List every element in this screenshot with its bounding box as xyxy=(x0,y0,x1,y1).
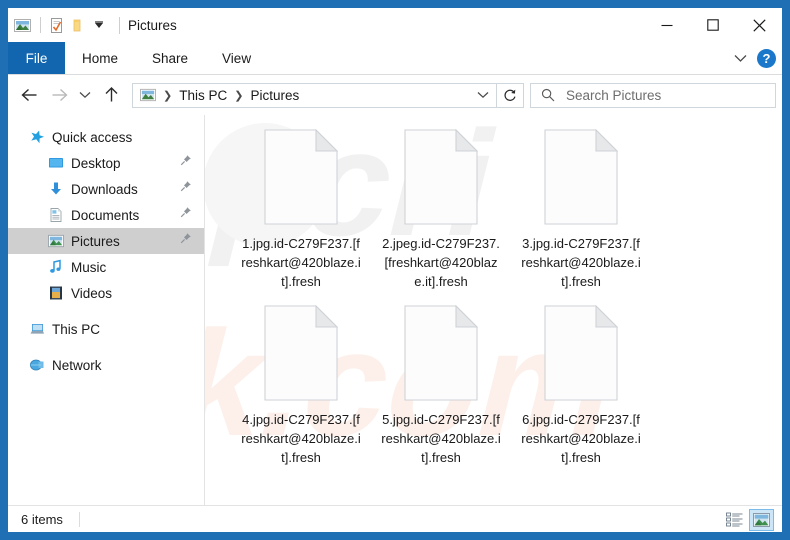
star-icon xyxy=(29,129,45,145)
search-placeholder: Search Pictures xyxy=(566,87,662,103)
tab-share[interactable]: Share xyxy=(135,42,205,74)
file-grid: 1.jpg.id-C279F237.[freshkart@420blaze.it… xyxy=(205,115,782,481)
pin-icon[interactable] xyxy=(179,232,192,250)
view-toggle-group xyxy=(722,506,774,532)
sidebar-item-videos[interactable]: Videos xyxy=(8,280,204,306)
tab-view[interactable]: View xyxy=(205,42,268,74)
file-item[interactable]: 1.jpg.id-C279F237.[freshkart@420blaze.it… xyxy=(231,128,371,291)
refresh-icon[interactable] xyxy=(497,82,524,108)
sidebar-item-network[interactable]: Network xyxy=(8,352,204,378)
file-item[interactable]: 3.jpg.id-C279F237.[freshkart@420blaze.it… xyxy=(511,128,651,291)
file-name: 2.jpeg.id-C279F237.[freshkart@420blaze.i… xyxy=(382,236,500,289)
search-input[interactable]: Search Pictures xyxy=(530,82,776,108)
item-count: 6 items xyxy=(21,512,63,527)
blank-file-icon xyxy=(264,304,339,401)
file-name: 3.jpg.id-C279F237.[freshkart@420blaze.it… xyxy=(521,236,641,289)
blank-file-icon xyxy=(264,128,339,225)
toolbar-divider xyxy=(40,17,41,33)
sidebar-item-pictures[interactable]: Pictures xyxy=(8,228,204,254)
help-button[interactable]: ? xyxy=(757,48,776,68)
close-button[interactable] xyxy=(736,8,782,42)
file-name: 5.jpg.id-C279F237.[freshkart@420blaze.it… xyxy=(381,412,501,465)
sidebar-item-label: Music xyxy=(71,259,107,275)
navigation-bar: ❯ This PC ❯ Pictures Search Pictures xyxy=(8,75,782,115)
file-list-pane[interactable]: pcri sk.com xyxy=(205,115,782,505)
downloads-icon xyxy=(48,181,64,197)
breadcrumb-separator[interactable]: ❯ xyxy=(234,89,243,102)
pictures-folder-icon xyxy=(140,87,156,103)
tab-home[interactable]: Home xyxy=(65,42,135,74)
file-name: 4.jpg.id-C279F237.[freshkart@420blaze.it… xyxy=(241,412,361,465)
status-bar: 6 items xyxy=(8,505,782,532)
ribbon-tab-bar: File Home Share View ? xyxy=(8,42,782,75)
navigation-pane: Quick access Desktop Downloads Documents… xyxy=(8,115,205,505)
sidebar-item-this-pc[interactable]: This PC xyxy=(8,316,204,342)
ribbon-right-controls: ? xyxy=(729,42,776,74)
sidebar-item-label: This PC xyxy=(52,321,101,337)
sidebar-item-label: Videos xyxy=(71,285,113,301)
sidebar-item-label: Network xyxy=(52,357,102,373)
title-bar: Pictures xyxy=(8,8,782,42)
pin-icon[interactable] xyxy=(179,154,192,172)
network-icon xyxy=(29,357,45,373)
blank-file-icon xyxy=(404,304,479,401)
sidebar-item-label: Pictures xyxy=(71,233,120,249)
window-inner: Pictures File Home Share View ? ❯ This P… xyxy=(8,8,782,532)
chevron-down-icon[interactable] xyxy=(477,84,489,107)
documents-icon xyxy=(48,207,64,223)
sidebar-item-music[interactable]: Music xyxy=(8,254,204,280)
blank-file-icon xyxy=(404,128,479,225)
pin-icon[interactable] xyxy=(179,206,192,224)
chevron-down-icon[interactable] xyxy=(729,47,751,69)
properties-icon[interactable] xyxy=(48,17,65,34)
tab-file[interactable]: File xyxy=(8,42,65,74)
sidebar-item-label: Quick access xyxy=(52,129,133,145)
new-folder-icon[interactable] xyxy=(70,17,87,34)
title-divider xyxy=(119,16,120,34)
sidebar-item-downloads[interactable]: Downloads xyxy=(8,176,204,202)
file-name: 6.jpg.id-C279F237.[freshkart@420blaze.it… xyxy=(521,412,641,465)
up-arrow-icon[interactable] xyxy=(96,80,126,110)
large-icons-view-icon[interactable] xyxy=(749,508,774,531)
maximize-button[interactable] xyxy=(690,8,736,42)
pictures-icon xyxy=(48,233,64,249)
breadcrumb-separator: ❯ xyxy=(163,89,173,102)
back-arrow-icon[interactable] xyxy=(14,80,44,110)
sidebar-item-label: Desktop xyxy=(71,155,121,171)
status-divider xyxy=(78,512,80,527)
explorer-window: Pictures File Home Share View ? ❯ This P… xyxy=(0,0,790,540)
sidebar-item-quick-access[interactable]: Quick access xyxy=(8,124,204,150)
file-item[interactable]: 4.jpg.id-C279F237.[freshkart@420blaze.it… xyxy=(231,304,371,467)
forward-arrow-icon[interactable] xyxy=(44,80,74,110)
details-view-icon[interactable] xyxy=(722,509,747,531)
breadcrumb-pictures[interactable]: Pictures xyxy=(250,88,299,103)
body-split: Quick access Desktop Downloads Documents… xyxy=(8,115,782,505)
pictures-folder-icon[interactable] xyxy=(14,17,31,34)
address-bar[interactable]: ❯ This PC ❯ Pictures xyxy=(132,82,497,108)
file-item[interactable]: 2.jpeg.id-C279F237.[freshkart@420blaze.i… xyxy=(371,128,511,291)
sidebar-item-documents[interactable]: Documents xyxy=(8,202,204,228)
sidebar-item-label: Documents xyxy=(71,207,140,223)
customize-qat-chevron-icon[interactable] xyxy=(92,17,106,34)
file-name: 1.jpg.id-C279F237.[freshkart@420blaze.it… xyxy=(241,236,361,289)
window-title: Pictures xyxy=(128,17,177,33)
recent-locations-chevron-icon[interactable] xyxy=(74,80,96,110)
file-item[interactable]: 5.jpg.id-C279F237.[freshkart@420blaze.it… xyxy=(371,304,511,467)
sidebar-item-desktop[interactable]: Desktop xyxy=(8,150,204,176)
desktop-icon xyxy=(48,155,64,171)
this-pc-icon xyxy=(29,321,45,337)
blank-file-icon xyxy=(544,128,619,225)
minimize-button[interactable] xyxy=(644,8,690,42)
window-controls xyxy=(644,8,782,42)
breadcrumb-this-pc[interactable]: This PC xyxy=(179,88,227,103)
sidebar-item-label: Downloads xyxy=(71,181,138,197)
search-icon xyxy=(541,88,555,102)
videos-icon xyxy=(48,285,64,301)
blank-file-icon xyxy=(544,304,619,401)
file-item[interactable]: 6.jpg.id-C279F237.[freshkart@420blaze.it… xyxy=(511,304,651,467)
pin-icon[interactable] xyxy=(179,180,192,198)
music-icon xyxy=(48,259,64,275)
